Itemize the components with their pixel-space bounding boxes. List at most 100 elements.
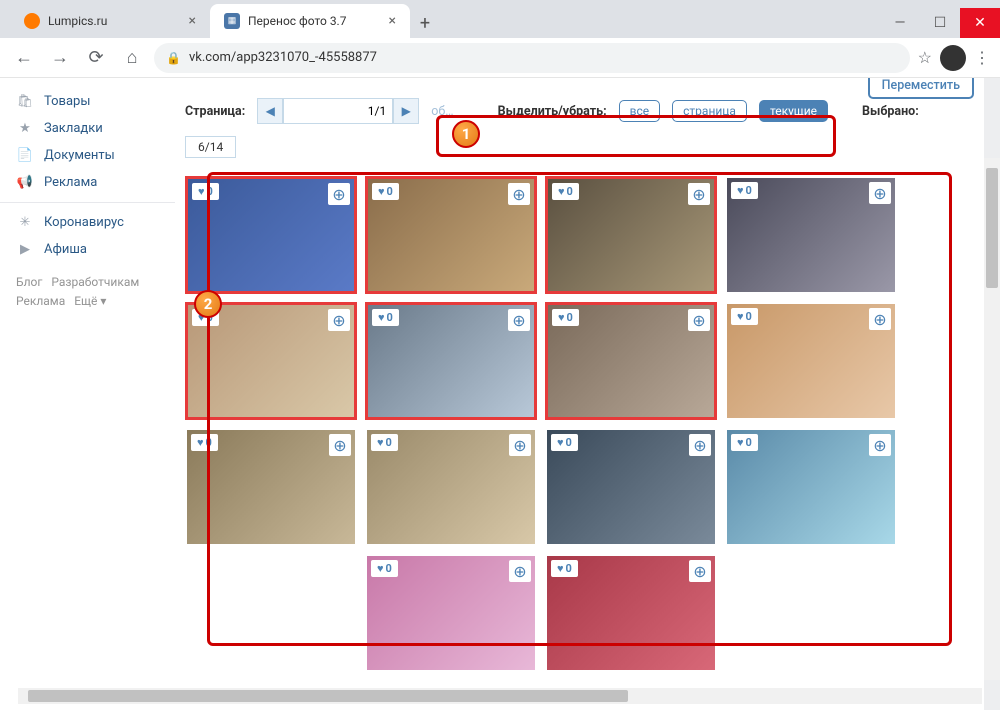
like-count: 0 [206,436,212,449]
like-badge[interactable]: ♥0 [731,182,758,199]
photo-thumb[interactable]: ♥0 ⊕ [365,176,537,294]
like-badge[interactable]: ♥0 [731,308,758,325]
page-label: Страница: [185,104,245,119]
tab-photo-transfer[interactable]: ▦ Перенос фото 3.7 × [210,4,410,38]
photo-thumb[interactable]: ♥0 ⊕ [185,302,357,420]
move-button[interactable]: Переместить [868,78,974,99]
like-badge[interactable]: ♥0 [372,309,399,326]
reload-button[interactable]: ⟳ [82,44,110,72]
app-main: Переместить Страница: ◀ ▶ об… Выделить/у… [175,78,984,710]
refresh-link[interactable]: об… [431,104,453,119]
sidebar-item-goods[interactable]: 🛍Товары [0,88,175,115]
zoom-icon[interactable]: ⊕ [869,182,891,204]
maximize-button[interactable]: ☐ [920,8,960,38]
horizontal-scrollbar[interactable] [18,688,982,704]
footer-link-more[interactable]: Ещё ▾ [74,294,106,308]
zoom-icon[interactable]: ⊕ [508,309,530,331]
url-input[interactable]: 🔒 vk.com/app3231070_-45558877 [154,43,910,73]
like-badge[interactable]: ♥0 [731,434,758,451]
footer-link-devs[interactable]: Разработчикам [51,275,139,289]
like-badge[interactable]: ♥0 [551,560,578,577]
like-count: 0 [207,185,213,198]
zoom-icon[interactable]: ⊕ [328,309,350,331]
footer-link-ads[interactable]: Реклама [16,294,65,308]
like-count: 0 [746,184,752,197]
zoom-icon[interactable]: ⊕ [508,183,530,205]
next-page-button[interactable]: ▶ [393,98,419,124]
like-badge[interactable]: ♥0 [371,434,398,451]
like-badge[interactable]: ♥0 [552,309,579,326]
photo-thumb[interactable]: ♥0 ⊕ [185,428,357,546]
back-button[interactable]: ← [10,44,38,72]
photo-thumb[interactable]: ♥0 ⊕ [545,302,717,420]
zoom-icon[interactable]: ⊕ [869,308,891,330]
zoom-icon[interactable]: ⊕ [328,183,350,205]
like-badge[interactable]: ♥0 [191,434,218,451]
sidebar-item-covid[interactable]: ✳ Коронавирус [0,209,175,236]
photo-thumb[interactable]: ♥0 ⊕ [545,176,717,294]
bookmark-star-icon[interactable]: ☆ [918,48,932,67]
photo-thumb[interactable]: ♥0 ⊕ [725,176,897,294]
photo-thumb[interactable]: ♥0 ⊕ [725,428,897,546]
zoom-icon[interactable]: ⊕ [689,434,711,456]
lock-icon: 🔒 [166,51,181,65]
photo-thumb[interactable]: ♥0 ⊕ [365,302,537,420]
select-current-button[interactable]: текущие [759,100,828,122]
close-window-button[interactable]: ✕ [960,8,1000,38]
heart-icon: ♥ [737,436,744,449]
select-page-button[interactable]: страница [672,100,747,122]
toolbar: Страница: ◀ ▶ об… Выделить/убрать: все с… [185,88,974,176]
photo-thumb[interactable]: ♥0 ⊕ [545,554,717,672]
forward-button[interactable]: → [46,44,74,72]
prev-page-button[interactable]: ◀ [257,98,283,124]
photo-thumb[interactable]: ♥0 ⊕ [185,176,357,294]
heart-icon: ♥ [377,562,384,575]
like-count: 0 [387,185,393,198]
sidebar-item-ads[interactable]: 📢Реклама [0,169,175,196]
close-icon[interactable]: × [189,13,196,29]
like-badge[interactable]: ♥0 [552,183,579,200]
sidebar-item-bookmarks[interactable]: ★Закладки [0,115,175,142]
photo-thumb[interactable]: ♥0 ⊕ [365,428,537,546]
zoom-icon[interactable]: ⊕ [509,434,531,456]
profile-avatar[interactable] [940,45,966,71]
sidebar-item-label: Коронавирус [44,215,124,230]
zoom-icon[interactable]: ⊕ [509,560,531,582]
new-tab-button[interactable]: + [410,8,440,38]
close-icon[interactable]: × [389,13,396,29]
zoom-icon[interactable]: ⊕ [689,560,711,582]
virus-icon: ✳ [16,215,34,230]
kebab-menu-icon[interactable]: ⋮ [974,48,990,67]
megaphone-icon: 📢 [16,175,34,190]
url-text: vk.com/app3231070_-45558877 [189,50,377,65]
like-count: 0 [386,562,392,575]
tab-lumpics[interactable]: Lumpics.ru × [10,4,210,38]
zoom-icon[interactable]: ⊕ [869,434,891,456]
photo-thumb[interactable]: ♥0 ⊕ [365,554,537,672]
sidebar-item-label: Афиша [44,242,87,257]
pager: ◀ ▶ [257,98,419,124]
like-badge[interactable]: ♥0 [192,183,219,200]
heart-icon: ♥ [558,185,565,198]
select-all-button[interactable]: все [619,100,661,122]
page-input[interactable] [283,98,393,124]
browser-window: Lumpics.ru × ▦ Перенос фото 3.7 × + — ☐ … [0,0,1000,710]
page-content: 🛍Товары ★Закладки 📄Документы 📢Реклама ✳К… [0,78,1000,710]
heart-icon: ♥ [558,311,565,324]
vertical-scrollbar[interactable] [984,158,1000,680]
photo-thumb[interactable]: ♥0 ⊕ [545,428,717,546]
home-button[interactable]: ⌂ [118,44,146,72]
photo-thumb[interactable]: ♥0 ⊕ [725,302,897,420]
like-badge[interactable]: ♥0 [372,183,399,200]
like-badge[interactable]: ♥0 [551,434,578,451]
sidebar-item-docs[interactable]: 📄Документы [0,142,175,169]
zoom-icon[interactable]: ⊕ [329,434,351,456]
sidebar-item-events[interactable]: ▶Афиша [0,236,175,263]
zoom-icon[interactable]: ⊕ [688,183,710,205]
minimize-button[interactable]: — [880,8,920,38]
footer-link-blog[interactable]: Блог [16,275,42,289]
like-badge[interactable]: ♥0 [371,560,398,577]
zoom-icon[interactable]: ⊕ [688,309,710,331]
tab-label: Перенос фото 3.7 [248,14,346,28]
like-count: 0 [566,436,572,449]
